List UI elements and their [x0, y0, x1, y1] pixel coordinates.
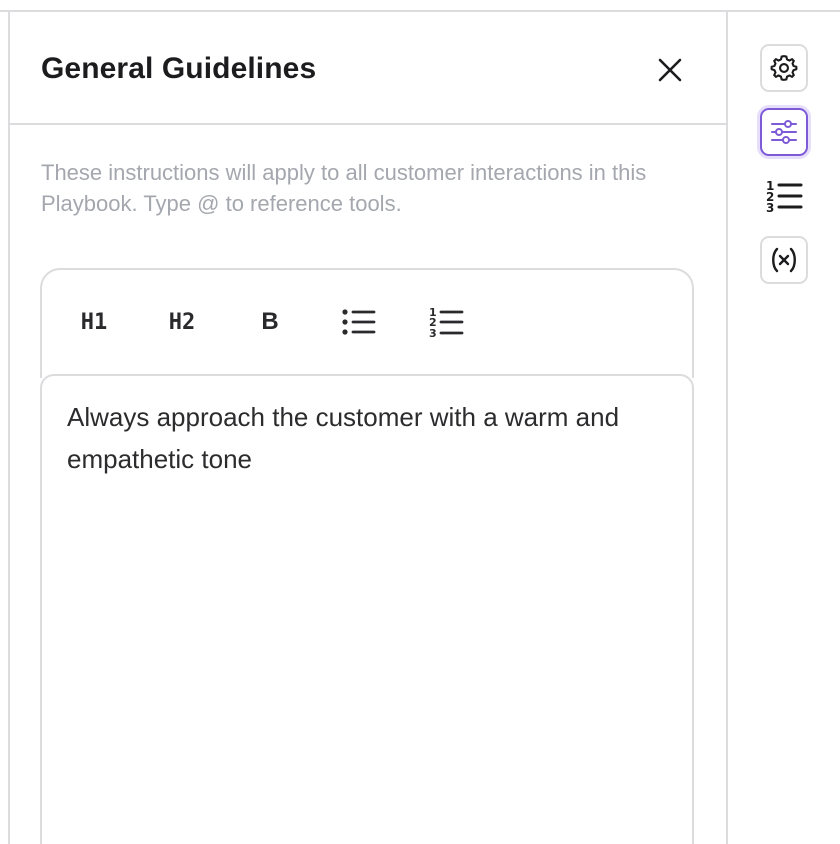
variable-icon: [772, 247, 796, 273]
heading2-button[interactable]: H2: [154, 300, 210, 344]
side-rail: 1 2 3: [728, 12, 840, 844]
bold-button[interactable]: B: [248, 300, 292, 344]
close-icon: [658, 58, 682, 82]
svg-text:3: 3: [766, 201, 774, 214]
guidelines-panel: General Guidelines These instructions wi…: [10, 12, 726, 844]
panel-header: General Guidelines: [10, 12, 726, 125]
bullet-list-icon: [342, 309, 376, 335]
bullet-list-button[interactable]: [334, 300, 384, 344]
svg-text:3: 3: [429, 327, 437, 338]
editor-content[interactable]: Always approach the customer with a warm…: [67, 396, 667, 480]
panel-description: These instructions will apply to all cus…: [41, 160, 647, 216]
guidelines-editor[interactable]: Always approach the customer with a warm…: [40, 374, 694, 844]
close-button[interactable]: [650, 50, 690, 90]
gear-icon: [770, 55, 798, 81]
numbered-list-icon: 1 2 3: [766, 179, 803, 214]
editor-toolbar: H1 H2 B 1 2 3: [40, 268, 694, 378]
sliders-icon: [771, 120, 797, 144]
numbered-list-button[interactable]: 1 2 3: [422, 300, 472, 344]
panel-title: General Guidelines: [41, 52, 317, 85]
guidelines-button[interactable]: [760, 108, 808, 156]
numbered-list-icon: 1 2 3: [429, 306, 464, 338]
steps-button[interactable]: 1 2 3: [760, 172, 808, 220]
settings-button[interactable]: [760, 44, 808, 92]
heading1-button[interactable]: H1: [66, 300, 122, 344]
variables-button[interactable]: [760, 236, 808, 284]
